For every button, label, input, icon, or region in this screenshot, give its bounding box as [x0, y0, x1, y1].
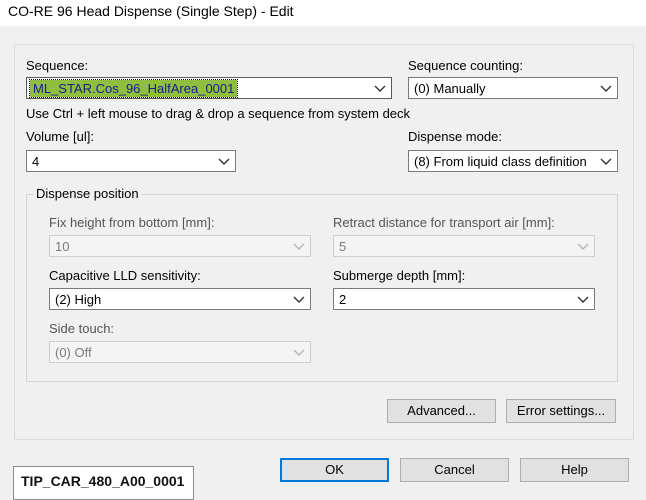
submerge-depth-label: Submerge depth [mm]:: [333, 268, 466, 283]
capacitive-lld-value: (2) High: [55, 292, 102, 307]
error-settings-button[interactable]: Error settings...: [506, 399, 616, 423]
chevron-down-icon[interactable]: [576, 291, 590, 307]
chevron-down-icon[interactable]: [599, 80, 613, 96]
chevron-down-icon[interactable]: [599, 153, 613, 169]
ok-button[interactable]: OK: [280, 458, 389, 482]
sequence-hint: Use Ctrl + left mouse to drag & drop a s…: [26, 106, 411, 121]
chevron-down-icon[interactable]: [217, 153, 231, 169]
tip-carrier-status: TIP_CAR_480_A00_0001: [13, 466, 194, 500]
sequence-combo[interactable]: ML_STAR.Cos_96_HalfArea_0001: [26, 77, 392, 99]
volume-value: 4: [32, 154, 40, 169]
submerge-depth-value: 2: [339, 292, 347, 307]
side-touch-combo: (0) Off: [49, 341, 311, 363]
side-touch-value: (0) Off: [55, 345, 92, 360]
sequence-counting-combo[interactable]: (0) Manually: [408, 77, 618, 99]
sequence-value[interactable]: ML_STAR.Cos_96_HalfArea_0001: [28, 79, 239, 98]
chevron-down-icon[interactable]: [292, 291, 306, 307]
help-button[interactable]: Help: [520, 458, 629, 482]
tip-carrier-text: TIP_CAR_480_A00_0001: [21, 473, 185, 489]
volume-combo[interactable]: 4: [26, 150, 236, 172]
capacitive-lld-combo[interactable]: (2) High: [49, 288, 311, 310]
dispense-position-legend: Dispense position: [33, 186, 142, 201]
advanced-button[interactable]: Advanced...: [387, 399, 496, 423]
fix-height-value: 10: [55, 239, 70, 254]
fix-height-label: Fix height from bottom [mm]:: [49, 215, 215, 230]
fix-height-combo: 10: [49, 235, 311, 257]
dispense-mode-combo[interactable]: (8) From liquid class definition: [408, 150, 618, 172]
chevron-down-icon: [293, 243, 305, 250]
retract-distance-label: Retract distance for transport air [mm]:: [333, 215, 555, 230]
capacitive-lld-label: Capacitive LLD sensitivity:: [49, 268, 201, 283]
sequence-counting-label: Sequence counting:: [408, 58, 523, 73]
dispense-mode-label: Dispense mode:: [408, 129, 502, 144]
sequence-label: Sequence:: [26, 58, 89, 73]
chevron-down-icon: [293, 349, 305, 356]
chevron-down-icon[interactable]: [373, 80, 387, 96]
title-bar: CO-RE 96 Head Dispense (Single Step) - E…: [0, 0, 646, 26]
dispense-mode-value: (8) From liquid class definition: [414, 154, 587, 169]
sequence-counting-value: (0) Manually: [414, 81, 486, 96]
chevron-down-icon: [577, 243, 589, 250]
volume-label: Volume [ul]:: [26, 129, 94, 144]
retract-distance-value: 5: [339, 239, 347, 254]
retract-distance-combo: 5: [333, 235, 595, 257]
cancel-button[interactable]: Cancel: [400, 458, 509, 482]
side-touch-label: Side touch:: [49, 321, 115, 336]
submerge-depth-combo[interactable]: 2: [333, 288, 595, 310]
window-title: CO-RE 96 Head Dispense (Single Step) - E…: [8, 3, 294, 19]
